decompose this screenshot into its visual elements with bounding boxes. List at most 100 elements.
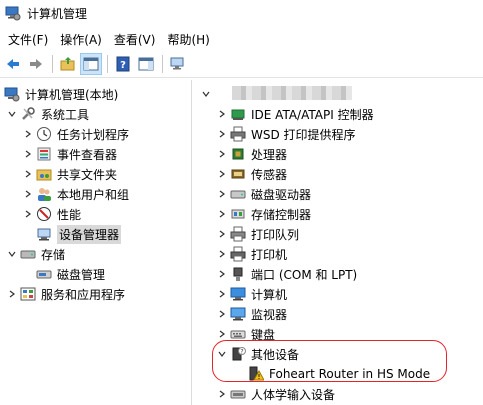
tree-item-shared-folders[interactable]: 共享文件夹 — [22, 164, 117, 184]
monitor-scan-icon — [170, 57, 184, 70]
chevron-right-icon[interactable] — [216, 328, 228, 340]
chevron-down-icon[interactable] — [6, 248, 18, 260]
chevron-right-icon[interactable] — [22, 208, 34, 220]
tree-item-sensor[interactable]: 传感器 — [216, 164, 287, 184]
tree-item-label: 磁盘驱动器 — [251, 187, 312, 202]
chevron-right-icon[interactable] — [22, 148, 34, 160]
help-button[interactable]: ? — [112, 53, 134, 75]
tree-item-label: IDE ATA/ATAPI 控制器 — [251, 107, 374, 122]
tree-item-label: Foheart Router in HS Mode — [269, 367, 431, 381]
tree-item-label: 共享文件夹 — [57, 167, 118, 182]
chevron-right-icon[interactable] — [216, 188, 228, 200]
performance-icon — [37, 207, 51, 221]
tree-item-printers[interactable]: 打印机 — [216, 244, 287, 264]
tree-item-label: 事件查看器 — [57, 147, 118, 162]
action-pane-icon — [138, 57, 154, 71]
tree-item-wsd-print-provider[interactable]: WSD 打印提供程序 — [216, 124, 356, 144]
monitor-icon — [230, 307, 246, 321]
toolbar-separator — [107, 55, 108, 73]
up-one-level-button[interactable] — [57, 53, 79, 75]
tree-item-ide-controller[interactable]: IDE ATA/ATAPI 控制器 — [216, 104, 374, 124]
back-arrow-icon — [7, 59, 19, 69]
clock-icon — [37, 127, 51, 141]
tree-item-label: 传感器 — [251, 167, 288, 182]
tree-item-label: 人体学输入设备 — [251, 387, 336, 402]
tree-item-monitors[interactable]: 监视器 — [216, 304, 287, 324]
chevron-right-icon[interactable] — [216, 108, 228, 120]
console-tree-pane: 计算机管理(本地) 系统工具 任务计划程序 事件查看器 共享文件夹 本地用户和组… — [0, 80, 192, 405]
menu-file[interactable]: 文件(F) — [4, 29, 52, 50]
chevron-right-icon[interactable] — [216, 228, 228, 240]
tree-item-keyboards[interactable]: 键盘 — [216, 324, 275, 344]
tree-item-label: 键盘 — [251, 327, 276, 342]
chevron-right-icon[interactable] — [6, 288, 18, 300]
chevron-right-icon[interactable] — [216, 268, 228, 280]
computer-management-icon — [4, 87, 20, 102]
tree-item-event-viewer[interactable]: 事件查看器 — [22, 144, 117, 164]
chevron-right-icon[interactable] — [216, 248, 228, 260]
chevron-down-icon[interactable] — [6, 108, 18, 120]
tree-item-label: 本地用户和组 — [57, 187, 130, 202]
menu-help[interactable]: 帮助(H) — [163, 29, 213, 50]
chevron-right-icon[interactable] — [216, 288, 228, 300]
print-queue-icon — [230, 226, 246, 242]
scan-hardware-button[interactable] — [167, 53, 189, 75]
tree-item-performance[interactable]: 性能 — [22, 204, 81, 224]
tree-item-computer-root[interactable] — [200, 84, 214, 104]
unknown-device-icon: ? — [232, 347, 246, 361]
tree-item-local-users[interactable]: 本地用户和组 — [22, 184, 129, 204]
menu-action[interactable]: 操作(A) — [56, 29, 106, 50]
folder-up-icon — [60, 57, 75, 71]
window-title: 计算机管理 — [27, 6, 88, 21]
chevron-right-icon[interactable] — [22, 188, 34, 200]
chevron-down-icon[interactable] — [200, 88, 212, 100]
chevron-down-icon[interactable] — [216, 348, 228, 360]
tree-item-foheart-router[interactable]: Foheart Router in HS Mode — [248, 364, 430, 384]
forward-arrow-icon — [30, 59, 42, 69]
tree-item-disk-drives[interactable]: 磁盘驱动器 — [216, 184, 311, 204]
menu-view[interactable]: 查看(V) — [110, 29, 160, 50]
chevron-right-icon[interactable] — [22, 128, 34, 140]
chevron-right-icon[interactable] — [216, 308, 228, 320]
tree-item-storage-controllers[interactable]: 存储控制器 — [216, 204, 311, 224]
tree-item-ports[interactable]: 端口 (COM 和 LPT) — [216, 264, 357, 284]
tree-item-disk-management[interactable]: 磁盘管理 — [36, 264, 105, 284]
storage-icon — [20, 250, 36, 259]
tree-item-print-queues[interactable]: 打印队列 — [216, 224, 299, 244]
chevron-right-icon[interactable] — [216, 168, 228, 180]
show-hide-action-pane-button[interactable] — [135, 53, 157, 75]
chevron-right-icon[interactable] — [216, 208, 228, 220]
tree-item-storage[interactable]: 存储 — [6, 244, 65, 264]
tree-item-services[interactable]: 服务和应用程序 — [6, 284, 125, 304]
svg-text:?: ? — [240, 349, 243, 356]
storage-controller-icon — [231, 209, 245, 219]
tree-root[interactable]: 计算机管理(本地) — [4, 84, 118, 104]
sensor-icon — [231, 169, 245, 179]
tree-item-label: 性能 — [57, 207, 82, 222]
forward-button[interactable] — [25, 53, 47, 75]
menu-bar: 文件(F) 操作(A) 查看(V) 帮助(H) — [0, 28, 483, 50]
tree-item-device-manager[interactable]: 设备管理器 — [36, 224, 122, 244]
disk-management-icon — [36, 270, 52, 279]
toolbar: ? — [0, 51, 483, 78]
tree-item-hid[interactable]: 人体学输入设备 — [216, 384, 335, 404]
tools-icon — [22, 107, 35, 120]
tree-item-processor[interactable]: 处理器 — [216, 144, 287, 164]
chevron-right-icon[interactable] — [216, 128, 228, 140]
back-button[interactable] — [2, 53, 24, 75]
tree-item-label: 服务和应用程序 — [41, 287, 126, 302]
chevron-right-icon[interactable] — [22, 168, 34, 180]
tree-item-label: 其他设备 — [251, 347, 300, 362]
show-hide-console-tree-button[interactable] — [80, 53, 102, 75]
printer-icon — [230, 246, 246, 262]
chevron-right-icon[interactable] — [216, 148, 228, 160]
toolbar-separator — [52, 55, 53, 73]
tree-item-system-tools[interactable]: 系统工具 — [6, 104, 89, 124]
tree-item-task-scheduler[interactable]: 任务计划程序 — [22, 124, 129, 144]
tree-item-computer[interactable]: 计算机 — [216, 284, 287, 304]
hid-icon — [230, 390, 246, 399]
chevron-right-icon[interactable] — [216, 388, 228, 400]
event-viewer-icon — [37, 147, 51, 161]
tree-item-other-devices[interactable]: ? 其他设备 — [216, 344, 299, 364]
tree-root-label: 计算机管理(本地) — [25, 87, 119, 102]
